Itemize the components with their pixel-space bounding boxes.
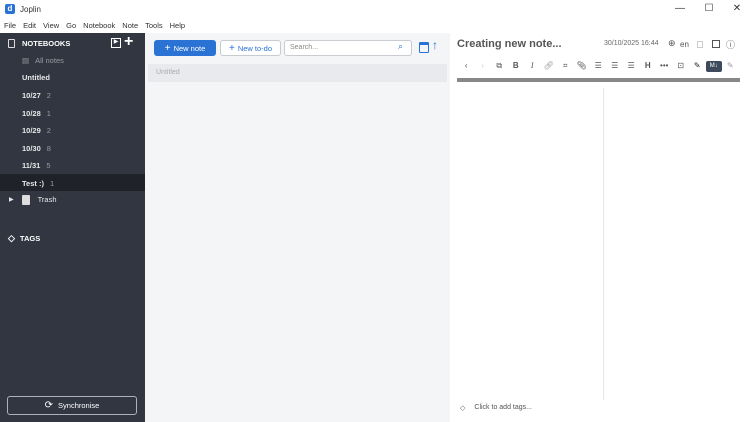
horizontal-rule-icon[interactable]: •••	[656, 61, 673, 72]
editor-panel: Creating new note... 30/10/2025 16:44 ⊕ …	[450, 33, 750, 422]
notebook-count: 2	[46, 126, 51, 135]
checkbox-list-icon[interactable]: ☰	[623, 61, 640, 72]
back-icon[interactable]: ‹	[458, 61, 475, 72]
menu-help[interactable]: Help	[170, 21, 185, 30]
editor-toolbar: ‹ › ⧉ B I 🔗︎ ⌗ 📎︎ ☰ ☰ ☰ H ••• ⊡ ✎ M↓ ✎	[458, 61, 739, 72]
notebook-item[interactable]: 11/31 5	[22, 161, 51, 170]
italic-icon[interactable]: I	[524, 61, 541, 72]
bold-icon[interactable]: B	[508, 61, 525, 72]
all-notes-icon: ▤	[22, 56, 30, 65]
notebooks-header[interactable]: NOTEBOOKS	[8, 39, 70, 48]
menu-tools[interactable]: Tools	[145, 21, 163, 30]
new-note-button[interactable]: + New note	[154, 40, 216, 56]
notebook-name: 10/29	[22, 126, 41, 135]
tags-label: TAGS	[19, 234, 41, 243]
bullet-list-icon[interactable]: ☰	[590, 61, 607, 72]
attach-icon[interactable]: 📎︎	[574, 61, 591, 72]
trash-icon	[21, 195, 30, 205]
rich-text-toggle-icon[interactable]: ✎	[722, 61, 739, 72]
menu-edit[interactable]: Edit	[23, 21, 36, 30]
sync-icon: ⟳	[44, 400, 54, 411]
all-notes-label: All notes	[35, 56, 64, 65]
search-input[interactable]: Search...	[284, 40, 412, 56]
menu-file[interactable]: File	[4, 21, 16, 30]
notebook-name: 11/31	[22, 161, 41, 170]
language-label[interactable]: en	[680, 40, 689, 49]
notebook-count: 8	[46, 144, 51, 153]
note-list-panel: + New note + New to-do Search... ⌕ ↑ Untit…	[145, 33, 450, 422]
new-todo-label: New to-do	[237, 43, 273, 53]
markdown-toggle-icon[interactable]: M↓	[705, 61, 722, 72]
notebook-item[interactable]: Untitled	[22, 73, 56, 82]
layout-icon[interactable]	[712, 40, 720, 48]
numbered-list-icon[interactable]: ☰	[607, 61, 624, 72]
notebook-item[interactable]: 10/30 8	[22, 144, 51, 153]
new-note-label: New note	[173, 43, 206, 53]
notebook-item[interactable]: 10/28 1	[22, 109, 51, 118]
notebook-count: 2	[46, 91, 51, 100]
toggle-panel-icon[interactable]: ▶	[111, 38, 121, 48]
sort-direction-icon[interactable]: ↑	[432, 38, 438, 52]
sidebar-item-all-notes[interactable]: ▤ All notes	[22, 56, 64, 65]
tag-icon: ◇	[460, 405, 466, 412]
minimize-button[interactable]: —	[665, 0, 695, 18]
title-bar: d Joplin — ☐ ✕	[0, 0, 750, 18]
notebook-item-selected[interactable]: Test :) 1	[22, 179, 54, 188]
close-button[interactable]: ✕	[722, 0, 750, 18]
editor-viewer-splitter[interactable]	[603, 88, 604, 400]
notebook-name: Test :)	[22, 179, 44, 188]
add-tags-label[interactable]: Click to add tags...	[474, 404, 532, 412]
notebook-count: 1	[49, 179, 55, 188]
menu-notebook[interactable]: Notebook	[83, 21, 115, 30]
menu-view[interactable]: View	[43, 21, 59, 30]
notebook-name: 10/30	[22, 144, 41, 153]
notebook-item[interactable]: 10/27 2	[22, 91, 51, 100]
note-list-item[interactable]: Untitled	[148, 64, 447, 82]
notebooks-label: NOTEBOOKS	[22, 39, 71, 48]
note-title-input[interactable]: Creating new note...	[457, 38, 562, 50]
heading-icon[interactable]: H	[640, 61, 657, 72]
window-title: Joplin	[20, 4, 41, 14]
note-date: 30/10/2025 16:44	[604, 40, 659, 47]
editor-toolbar-divider	[457, 78, 740, 82]
notebook-icon	[8, 39, 15, 48]
menu-note[interactable]: Note	[122, 21, 138, 30]
forward-icon[interactable]: ›	[475, 61, 492, 72]
trash-label: Trash	[37, 195, 57, 204]
info-icon[interactable]: ⓘ	[726, 38, 735, 51]
menu-bar: File Edit View Go Notebook Note Tools He…	[0, 18, 750, 33]
synchronise-button[interactable]: ⟳ Synchronise	[7, 396, 137, 415]
notebook-name: Untitled	[22, 73, 50, 82]
spellcheck-icon[interactable]	[697, 41, 703, 48]
add-notebook-icon[interactable]: +	[124, 33, 133, 51]
expand-arrow-icon[interactable]: ▶	[9, 195, 14, 205]
notebook-name: 10/28	[22, 109, 41, 118]
new-todo-button[interactable]: + New to-do	[220, 40, 281, 56]
tag-icon: ◇	[8, 233, 15, 243]
insert-time-icon[interactable]: ⊡	[673, 61, 690, 72]
tags-header[interactable]: ◇ TAGS	[8, 233, 40, 244]
notebook-count: 1	[46, 109, 51, 118]
code-icon[interactable]: ⌗	[557, 61, 574, 72]
external-edit-icon[interactable]: ⧉	[491, 61, 508, 72]
sort-by-date-icon[interactable]	[419, 42, 429, 53]
maximize-button[interactable]: ☐	[694, 0, 724, 18]
notebook-count: 5	[46, 161, 51, 170]
sync-label: Synchronise	[58, 401, 100, 410]
sidebar: NOTEBOOKS ▶ + ▤ All notes Untitled 10/27…	[0, 33, 145, 422]
search-icon[interactable]: ⌕	[398, 41, 403, 52]
link-icon[interactable]: 🔗︎	[541, 61, 558, 72]
notebook-name: 10/27	[22, 91, 41, 100]
tag-bar[interactable]: ◇ Click to add tags...	[460, 404, 532, 412]
menu-go[interactable]: Go	[66, 21, 76, 30]
app-logo: d	[5, 4, 15, 14]
sidebar-item-trash[interactable]: ▶ Trash	[9, 195, 57, 205]
notebook-item[interactable]: 10/29 2	[22, 126, 51, 135]
pen-icon[interactable]: ✎	[689, 61, 706, 72]
globe-icon[interactable]: ⊕	[668, 38, 676, 49]
